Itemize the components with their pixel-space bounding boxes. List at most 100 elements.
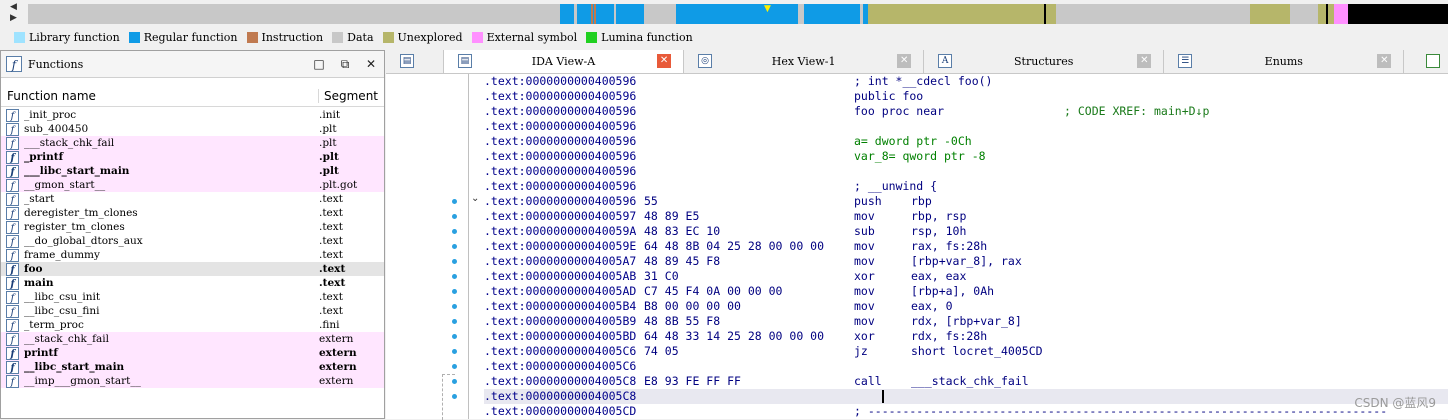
function-row[interactable]: f ___stack_chk_fail .plt xyxy=(1,136,384,150)
function-row[interactable]: f _printf .plt xyxy=(1,150,384,164)
navigation-band[interactable]: ◀ ▶ ▼ xyxy=(0,0,1448,28)
function-row[interactable]: f main .text xyxy=(1,276,384,290)
nav-segment[interactable] xyxy=(596,4,614,24)
column-segment[interactable]: Segment xyxy=(319,89,378,103)
breakpoint-dot-icon[interactable] xyxy=(452,274,457,279)
tab-close-icon[interactable]: ✕ xyxy=(657,54,672,68)
line-operands[interactable]: rbp, rsp xyxy=(911,209,966,224)
listing-line[interactable]: .text:0000000000400596 public foo xyxy=(484,89,1448,104)
listing-line[interactable]: .text:0000000000400596 var_8= qword ptr -… xyxy=(484,149,1448,164)
breakpoint-dot-icon[interactable] xyxy=(452,364,457,369)
tab-close-icon[interactable]: ✕ xyxy=(1137,54,1152,68)
breakpoint-dot-icon[interactable] xyxy=(452,244,457,249)
function-row[interactable]: f __do_global_dtors_aux .text xyxy=(1,234,384,248)
breakpoint-dot-icon[interactable] xyxy=(452,349,457,354)
listing-line[interactable]: .text:00000000004005C6 74 05 jz short locre… xyxy=(484,344,1448,359)
tab-overflow[interactable] xyxy=(1404,50,1448,73)
column-function-name[interactable]: Function name xyxy=(1,89,319,103)
breakpoint-dot-icon[interactable] xyxy=(452,334,457,339)
listing-line[interactable]: .text:0000000000400596 a= dword ptr -0Ch xyxy=(484,134,1448,149)
function-row[interactable]: f __imp___gmon_start__ extern xyxy=(1,374,384,388)
line-operands[interactable]: rdx, fs:28h xyxy=(911,329,987,344)
collapse-chevron-icon[interactable]: ⌄ xyxy=(471,193,479,204)
listing-line[interactable]: .text:00000000004005B4 B8 00 00 00 00 mov e… xyxy=(484,299,1448,314)
function-row[interactable]: f __libc_csu_init .text xyxy=(1,290,384,304)
breakpoint-dot-icon[interactable] xyxy=(452,379,457,384)
listing-line[interactable]: .text:000000000040059A 48 83 EC 10 sub rsp,… xyxy=(484,224,1448,239)
breakpoint-dot-icon[interactable] xyxy=(452,259,457,264)
nav-segment[interactable] xyxy=(616,4,644,24)
nav-segment[interactable] xyxy=(1290,4,1318,24)
function-row[interactable]: f foo .text xyxy=(1,262,384,276)
tab-close-icon[interactable]: ✕ xyxy=(897,54,912,68)
disassembly-listing[interactable]: .text:0000000000400596 ; int *__cdecl foo… xyxy=(484,74,1448,419)
breakpoint-dot-icon[interactable] xyxy=(452,304,457,309)
breakpoint-dot-icon[interactable] xyxy=(452,289,457,294)
nav-segment[interactable] xyxy=(1046,4,1056,24)
function-row[interactable]: f frame_dummy .text xyxy=(1,248,384,262)
tab-ida-view-a[interactable]: ▤ IDA View-A ✕ xyxy=(443,50,685,73)
listing-line[interactable]: .text:0000000000400596 55 push rbp xyxy=(484,194,1448,209)
listing-line[interactable]: .text:0000000000400596 ; int *__cdecl foo… xyxy=(484,74,1448,89)
listing-line[interactable]: .text:00000000004005C6 xyxy=(484,359,1448,374)
nav-segment[interactable] xyxy=(1056,4,1250,24)
nav-segment[interactable] xyxy=(1318,4,1326,24)
function-row[interactable]: f __libc_csu_fini .text xyxy=(1,304,384,318)
function-row[interactable]: f _term_proc .fini xyxy=(1,318,384,332)
line-operands[interactable]: [rbp+var_8], rax xyxy=(911,254,1022,269)
nav-segment[interactable] xyxy=(1348,4,1448,24)
function-row[interactable]: f __libc_start_main extern xyxy=(1,360,384,374)
function-row[interactable]: f _start .text xyxy=(1,192,384,206)
listing-line[interactable]: .text:0000000000400597 48 89 E5 mov rbp, rs… xyxy=(484,209,1448,224)
listing-line[interactable]: .text:00000000004005AB 31 C0 xor eax, eax xyxy=(484,269,1448,284)
breakpoint-dot-icon[interactable] xyxy=(452,199,457,204)
nav-segment[interactable] xyxy=(1334,4,1348,24)
listing-line[interactable]: .text:00000000004005C8 E8 93 FE FF FF call… xyxy=(484,374,1448,389)
nav-segment[interactable] xyxy=(868,4,1044,24)
float-window-icon[interactable]: ⧉ xyxy=(332,57,358,72)
listing-line[interactable]: .text:0000000000400596 xyxy=(484,164,1448,179)
tab-hex-view-1[interactable]: ◎ Hex View-1 ✕ xyxy=(684,50,925,73)
maximize-icon[interactable]: □ xyxy=(306,57,332,71)
function-row[interactable]: f register_tm_clones .text xyxy=(1,220,384,234)
function-row[interactable]: f sub_400450 .plt xyxy=(1,122,384,136)
tab-close-icon[interactable]: ✕ xyxy=(1377,54,1392,68)
listing-line[interactable]: .text:00000000004005CD ; ----------------… xyxy=(484,404,1448,419)
listing-line[interactable]: .text:00000000004005BD 64 48 33 14 25 28 … xyxy=(484,329,1448,344)
breakpoint-dot-icon[interactable] xyxy=(452,214,457,219)
nav-segment[interactable] xyxy=(28,4,560,24)
line-operands[interactable]: rdx, [rbp+var_8] xyxy=(911,314,1022,329)
nav-segment[interactable] xyxy=(644,4,676,24)
listing-line[interactable]: .text:0000000000400596 ; __unwind { xyxy=(484,179,1448,194)
listing-line[interactable]: .text:00000000004005AD C7 45 F4 0A 00 00 … xyxy=(484,284,1448,299)
tab-ida-view-left-icon[interactable]: ▤ xyxy=(386,50,444,73)
breakpoint-dot-icon[interactable] xyxy=(452,229,457,234)
breakpoint-dot-icon[interactable] xyxy=(452,319,457,324)
line-operands[interactable]: rbp xyxy=(911,194,932,209)
function-row[interactable]: f __gmon_start__ .plt.got xyxy=(1,178,384,192)
close-icon[interactable]: ✕ xyxy=(358,57,384,71)
xref-comment[interactable]: ; CODE XREF: main+D↓p xyxy=(1064,104,1209,119)
nav-segment[interactable] xyxy=(724,4,798,24)
listing-line[interactable]: .text:00000000004005B9 48 8B 55 F8 mov rdx,… xyxy=(484,314,1448,329)
line-operands[interactable]: [rbp+a], 0Ah xyxy=(911,284,994,299)
nav-segment[interactable] xyxy=(676,4,724,24)
line-operands[interactable]: eax, eax xyxy=(911,269,966,284)
listing-line[interactable]: .text:000000000040059E 64 48 8B 04 25 28 … xyxy=(484,239,1448,254)
function-row[interactable]: f ___libc_start_main .plt xyxy=(1,164,384,178)
nav-scroll-arrows[interactable]: ◀ ▶ xyxy=(10,2,24,24)
listing-line[interactable]: .text:00000000004005C8 xyxy=(484,389,1448,404)
line-operands[interactable]: eax, 0 xyxy=(911,299,953,314)
nav-segment[interactable] xyxy=(560,4,574,24)
line-operands[interactable]: ___stack_chk_fail xyxy=(911,374,1029,389)
line-operands[interactable]: short locret_4005CD xyxy=(911,344,1043,359)
nav-segment[interactable] xyxy=(1250,4,1290,24)
function-row[interactable]: f deregister_tm_clones .text xyxy=(1,206,384,220)
nav-segment[interactable] xyxy=(577,4,591,24)
function-row[interactable]: f __stack_chk_fail extern xyxy=(1,332,384,346)
tab-structures[interactable]: A Structures ✕ xyxy=(924,50,1165,73)
nav-segment[interactable] xyxy=(804,4,860,24)
nav-track[interactable] xyxy=(28,4,1448,24)
tab-enums[interactable]: ☰ Enums ✕ xyxy=(1164,50,1405,73)
line-operands[interactable]: rax, fs:28h xyxy=(911,239,987,254)
